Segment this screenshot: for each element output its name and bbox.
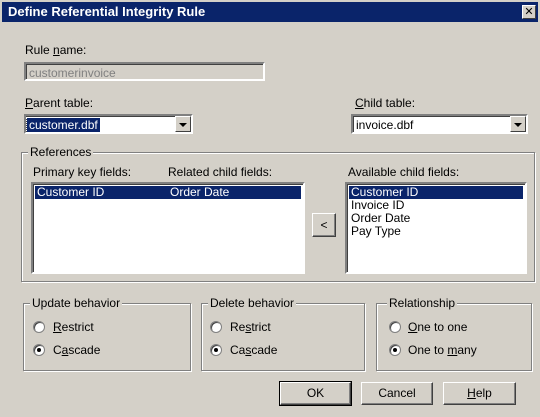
relationship-group: Relationship [376, 296, 532, 371]
rule-name-label: Rule name: [25, 43, 87, 57]
one-to-many-radio[interactable] [389, 344, 401, 356]
update-behavior-group: Update behavior [23, 296, 191, 371]
references-row[interactable]: Customer ID Order Date [35, 186, 301, 199]
one-to-one-label[interactable]: One to one [408, 320, 467, 334]
delete-cascade-label[interactable]: Cascade [230, 343, 277, 357]
delete-restrict-radio[interactable] [210, 321, 222, 333]
rule-name-value: customerinvoice [29, 66, 116, 80]
parent-table-label: Parent table: [25, 96, 94, 110]
move-field-button[interactable]: < [312, 213, 336, 237]
cancel-button[interactable]: Cancel [361, 382, 433, 405]
primary-key-cell: Customer ID [37, 185, 105, 199]
related-field-cell: Order Date [170, 185, 230, 199]
related-child-fields-label: Related child fields: [168, 165, 273, 179]
available-child-fields-label: Available child fields: [348, 165, 460, 179]
update-behavior-title: Update behavior [30, 296, 123, 310]
child-table-dropdown-icon[interactable] [510, 116, 526, 132]
parent-table-value: customer.dbf [26, 117, 101, 133]
child-table-value: invoice.dbf [356, 118, 414, 132]
one-to-many-label[interactable]: One to many [408, 343, 477, 357]
update-restrict-label[interactable]: Restrict [53, 320, 94, 334]
window-title: Define Referential Integrity Rule [8, 4, 206, 19]
relationship-title: Relationship [387, 296, 458, 310]
rule-name-field: customerinvoice [24, 62, 265, 81]
update-cascade-label[interactable]: Cascade [53, 343, 100, 357]
title-bar: Define Referential Integrity Rule ✕ [2, 2, 538, 22]
delete-cascade-radio[interactable] [210, 344, 222, 356]
referential-integrity-dialog: Define Referential Integrity Rule ✕ Rule… [0, 0, 540, 417]
one-to-one-radio[interactable] [389, 321, 401, 333]
update-restrict-radio[interactable] [33, 321, 45, 333]
delete-behavior-title: Delete behavior [208, 296, 297, 310]
update-cascade-radio[interactable] [33, 344, 45, 356]
ok-button[interactable]: OK [279, 381, 352, 406]
parent-table-combo[interactable]: customer.dbf [24, 114, 193, 134]
child-table-combo[interactable]: invoice.dbf [351, 114, 528, 134]
references-title: References [28, 145, 94, 159]
help-button[interactable]: Help [443, 382, 516, 405]
delete-restrict-label[interactable]: Restrict [230, 320, 271, 334]
child-table-label: Child table: [355, 96, 416, 110]
parent-table-dropdown-icon[interactable] [175, 116, 191, 132]
delete-behavior-group: Delete behavior [201, 296, 365, 371]
available-fields-list[interactable]: Customer ID Invoice ID Order Date Pay Ty… [345, 182, 527, 274]
references-list[interactable]: Customer ID Order Date [31, 182, 305, 274]
close-icon[interactable]: ✕ [522, 5, 536, 19]
available-field-item[interactable]: Pay Type [349, 225, 523, 238]
primary-key-fields-label: Primary key fields: [33, 165, 132, 179]
